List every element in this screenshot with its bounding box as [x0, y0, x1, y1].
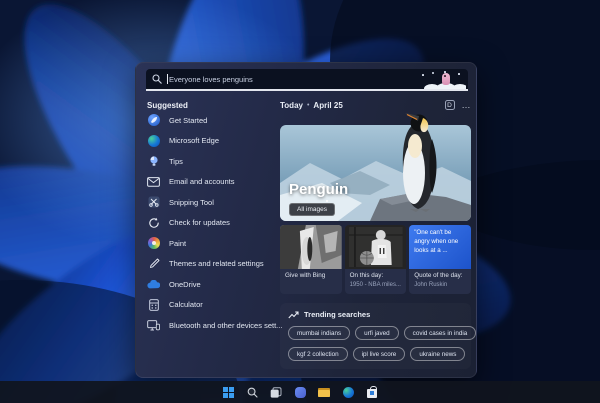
calculator-icon — [147, 298, 160, 311]
quote-image: "One can't be angry when one looks at a … — [409, 225, 471, 269]
card-on-this-day[interactable]: On this day: 1950 - NBA miles... — [344, 225, 407, 294]
all-images-button[interactable]: All images — [289, 203, 335, 216]
desktop: Everyone loves penguins Suggested Get St… — [0, 0, 600, 403]
search-flyout: Everyone loves penguins Suggested Get St… — [135, 62, 477, 378]
edge-icon — [342, 386, 354, 398]
search-illustration — [418, 70, 466, 89]
today-date: April 25 — [313, 100, 343, 110]
start-button[interactable] — [222, 386, 235, 399]
trending-section: Trending searches mumbai indians urfi ja… — [280, 303, 477, 369]
snipping-tool-icon — [147, 196, 160, 209]
search-input[interactable]: Everyone loves penguins — [169, 75, 253, 84]
edge-button[interactable] — [342, 386, 355, 399]
trending-chip[interactable]: kgf 2 collection — [288, 347, 348, 361]
sidebar-item-label: Calculator — [169, 300, 203, 310]
windows-logo-icon — [222, 386, 234, 398]
trending-chip[interactable]: urfi javed — [355, 326, 399, 340]
onedrive-icon — [147, 278, 160, 291]
hero-image-card[interactable]: Penguin All images — [280, 113, 471, 221]
card-subtitle: John Ruskin — [414, 281, 448, 288]
cards-row: Give with Bing On this day: 1950 - NBA m… — [280, 225, 471, 294]
search-bar[interactable]: Everyone loves penguins — [146, 69, 468, 91]
give-with-bing-image — [280, 225, 342, 269]
file-explorer-icon — [318, 387, 330, 397]
sidebar-item-label: Snipping Tool — [169, 197, 214, 207]
pagination-dot — [326, 200, 328, 202]
sidebar-item-label: Check for updates — [169, 218, 230, 228]
card-title: Quote of the day: — [414, 272, 463, 279]
search-icon — [247, 387, 258, 398]
store-button[interactable] — [366, 385, 379, 399]
themes-icon — [147, 257, 160, 270]
trending-chip[interactable]: ukraine news — [410, 347, 466, 361]
card-caption: Give with Bing — [285, 272, 326, 279]
dot-separator: • — [306, 101, 310, 109]
sidebar-item-label: Paint — [169, 238, 187, 248]
paint-icon — [147, 237, 160, 250]
suggested-header: Suggested — [147, 101, 188, 110]
quote-text: "One can't be angry when one looks at a … — [414, 229, 459, 254]
d-badge-icon[interactable]: D — [444, 100, 455, 110]
sidebar-item-label: Microsoft Edge — [169, 136, 220, 146]
tips-icon — [147, 155, 160, 168]
penguin-doodle-icon — [442, 73, 450, 85]
more-options-icon[interactable]: … — [462, 101, 472, 110]
today-panel: Today • April 25 D … — [280, 99, 471, 111]
taskbar — [0, 381, 600, 403]
file-explorer-button[interactable] — [318, 386, 331, 399]
get-started-icon — [147, 114, 160, 127]
search-icon — [152, 74, 162, 84]
sidebar-item-label: Tips — [169, 156, 183, 166]
today-header: Today • April 25 D … — [280, 99, 471, 111]
hero-title: Penguin — [289, 181, 349, 198]
on-this-day-image — [344, 225, 407, 269]
text-caret — [167, 74, 168, 84]
card-title: On this day: — [349, 272, 384, 279]
edge-icon — [147, 134, 160, 147]
trending-chip[interactable]: ipl live score — [352, 347, 406, 361]
task-view-icon — [270, 386, 282, 398]
task-view-button[interactable] — [270, 386, 283, 399]
sidebar-item-label: Email and accounts — [169, 177, 235, 187]
widgets-icon — [294, 386, 306, 398]
email-icon — [147, 175, 160, 188]
trending-icon — [288, 311, 299, 319]
sidebar-item-label: OneDrive — [169, 279, 201, 289]
bluetooth-icon — [147, 319, 160, 332]
sidebar-item-label: Themes and related settings — [169, 259, 264, 269]
widgets-button[interactable] — [294, 386, 307, 399]
microsoft-store-icon — [367, 385, 377, 398]
card-subtitle: 1950 - NBA miles... — [349, 281, 401, 288]
trending-chip[interactable]: covid cases in india — [403, 326, 477, 340]
card-quote-of-the-day[interactable]: "One can't be angry when one looks at a … — [409, 225, 471, 294]
update-icon — [147, 216, 160, 229]
trending-chip[interactable]: mumbai indians — [288, 326, 351, 340]
penguin-image — [402, 113, 437, 212]
trending-header: Trending searches — [304, 310, 371, 319]
sidebar-item-label: Get Started — [169, 115, 208, 125]
card-give-with-bing[interactable]: Give with Bing — [280, 225, 342, 294]
taskbar-search-button[interactable] — [246, 386, 259, 399]
today-label: Today — [280, 100, 303, 110]
sidebar-item-label: Bluetooth and other devices sett... — [169, 320, 283, 330]
